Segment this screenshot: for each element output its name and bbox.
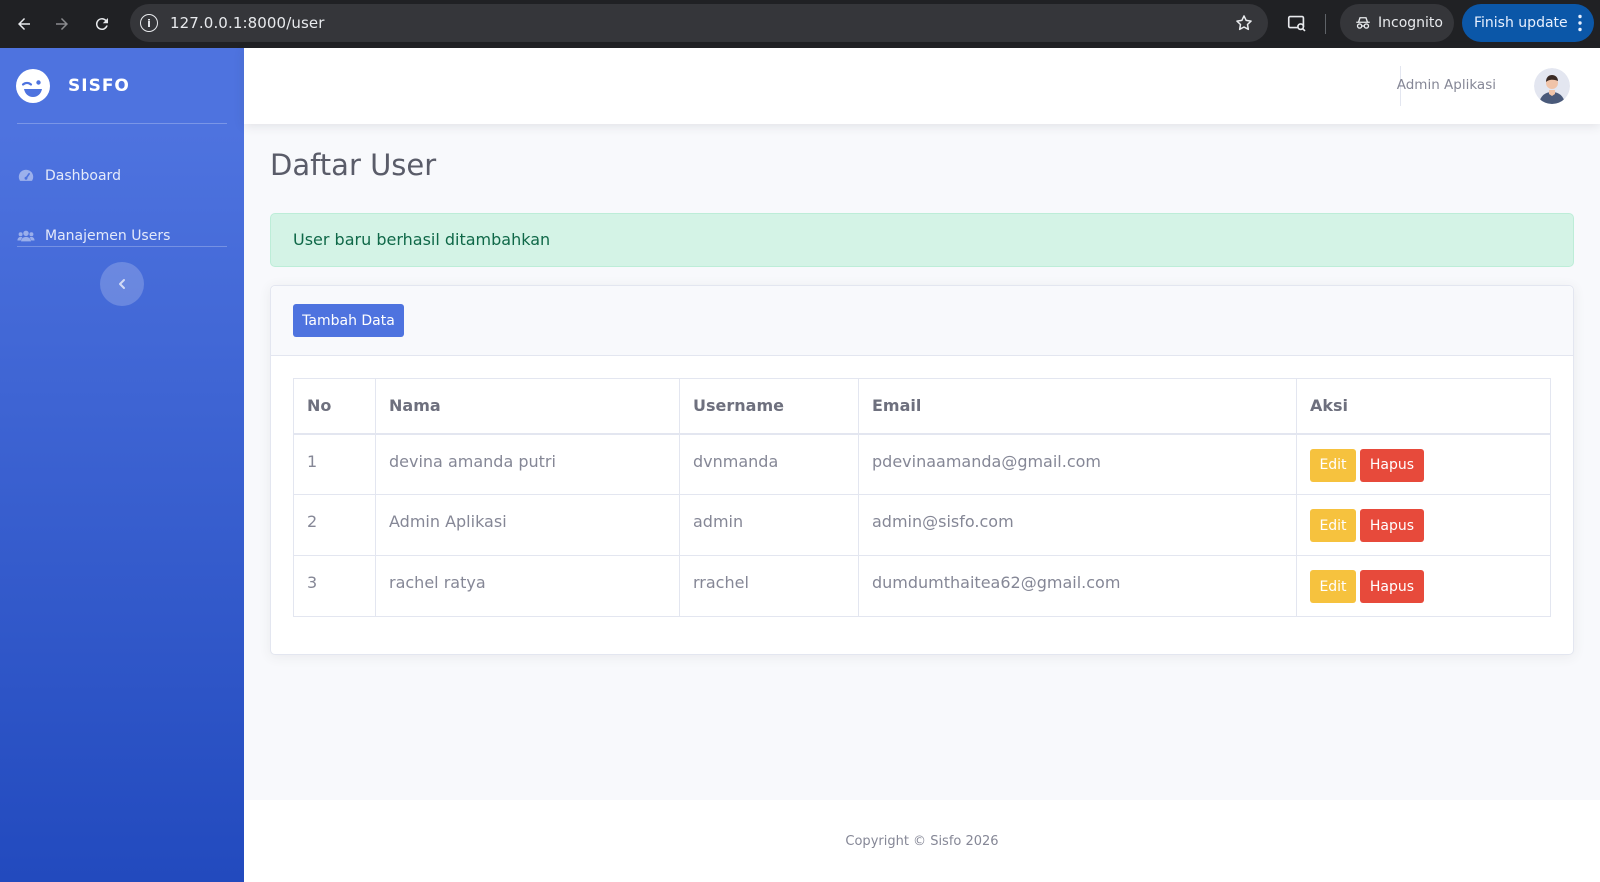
cell-email: pdevinaamanda@gmail.com (858, 433, 1297, 495)
column-header-username: Username (679, 378, 859, 435)
more-vert-icon (1578, 14, 1582, 32)
tab-search-icon[interactable] (1286, 12, 1308, 34)
sidebar-item-manajemen-users[interactable]: Manajemen Users (17, 216, 170, 256)
cell-nama: Admin Aplikasi (375, 494, 680, 556)
chevron-left-icon (119, 279, 125, 289)
sidebar-brand[interactable]: SISFO (16, 68, 130, 104)
incognito-icon (1356, 17, 1370, 29)
card-header: Tambah Data (271, 286, 1573, 356)
cell-username: admin (679, 494, 859, 556)
avatar[interactable] (1534, 68, 1570, 104)
edit-button[interactable]: Edit (1310, 570, 1356, 603)
finish-update-label: Finish update (1474, 15, 1568, 31)
site-info-icon[interactable]: i (140, 14, 158, 32)
user-table-card: Tambah Data No Nama Username Email Aksi … (270, 285, 1574, 655)
sidebar-toggle-button[interactable] (100, 262, 144, 306)
finish-update-button[interactable]: Finish update (1462, 4, 1594, 42)
column-header-nama: Nama (375, 378, 680, 435)
incognito-badge[interactable]: Incognito (1340, 4, 1454, 42)
brand-name: SISFO (68, 76, 130, 96)
sidebar-divider (17, 246, 227, 247)
user-table: No Nama Username Email Aksi 1 devina ama… (293, 378, 1551, 617)
cell-nama: devina amanda putri (375, 433, 680, 495)
cell-username: dvnmanda (679, 433, 859, 495)
table-row: 3 rachel ratya rrachel dumdumthaitea62@g… (293, 555, 1551, 617)
sidebar-divider (17, 123, 227, 124)
sidebar-item-label: Manajemen Users (45, 228, 171, 244)
reload-icon[interactable] (90, 12, 114, 36)
browser-toolbar: i 127.0.0.1:8000/user Incognito Finish u… (0, 0, 1600, 48)
cell-email: dumdumthaitea62@gmail.com (858, 555, 1297, 617)
cell-aksi: Edit Hapus (1296, 433, 1551, 495)
cell-no: 2 (293, 494, 376, 556)
cell-no: 1 (293, 433, 376, 495)
table-row: 2 Admin Aplikasi admin admin@sisfo.com E… (293, 494, 1551, 556)
bookmark-star-icon[interactable] (1234, 13, 1254, 33)
incognito-label: Incognito (1378, 15, 1443, 31)
topbar: Admin Aplikasi (244, 48, 1600, 124)
address-bar[interactable]: i 127.0.0.1:8000/user (130, 4, 1268, 42)
copyright-text: Copyright © Sisfo 2026 (845, 834, 999, 849)
laugh-wink-icon (16, 69, 50, 103)
sidebar-item-dashboard[interactable]: Dashboard (17, 156, 121, 196)
success-alert: User baru berhasil ditambahkan (270, 213, 1574, 267)
hapus-button[interactable]: Hapus (1360, 448, 1424, 482)
cell-email: admin@sisfo.com (858, 494, 1297, 556)
column-header-no: No (293, 378, 376, 435)
hapus-button[interactable]: Hapus (1360, 509, 1424, 542)
edit-button[interactable]: Edit (1310, 448, 1356, 482)
cell-username: rrachel (679, 555, 859, 617)
table-row: 1 devina amanda putri dvnmanda pdevinaam… (293, 433, 1551, 495)
users-icon (17, 230, 35, 242)
column-header-aksi: Aksi (1296, 378, 1551, 435)
alert-message: User baru berhasil ditambahkan (293, 230, 551, 249)
cell-aksi: Edit Hapus (1296, 494, 1551, 556)
forward-arrow-icon[interactable] (50, 12, 74, 36)
cell-no: 3 (293, 555, 376, 617)
user-name[interactable]: Admin Aplikasi (1397, 77, 1496, 93)
column-header-email: Email (858, 378, 1297, 435)
toolbar-separator (1325, 14, 1326, 34)
table-header-row: No Nama Username Email Aksi (293, 378, 1551, 435)
cell-nama: rachel ratya (375, 555, 680, 617)
page-title: Daftar User (270, 148, 437, 182)
sidebar: SISFO Dashboard Manajemen Users (0, 48, 244, 882)
tambah-data-button[interactable]: Tambah Data (293, 304, 404, 337)
footer: Copyright © Sisfo 2026 (244, 800, 1600, 882)
cell-aksi: Edit Hapus (1296, 555, 1551, 617)
tachometer-icon (18, 169, 34, 181)
back-arrow-icon[interactable] (12, 12, 36, 36)
url-text: 127.0.0.1:8000/user (170, 14, 325, 32)
edit-button[interactable]: Edit (1310, 509, 1356, 542)
sidebar-item-label: Dashboard (45, 168, 121, 184)
hapus-button[interactable]: Hapus (1360, 570, 1424, 603)
